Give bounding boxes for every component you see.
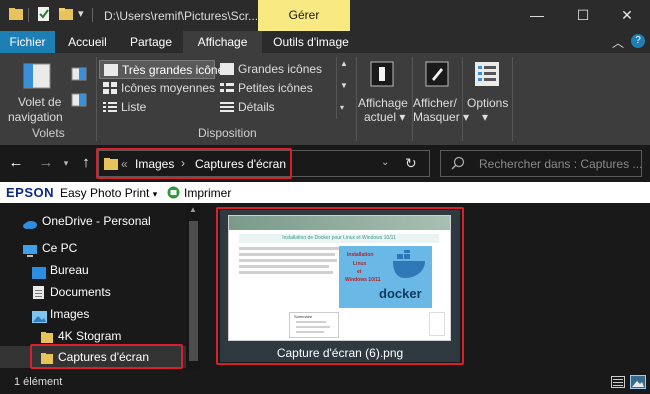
current-view-label-2: actuel ▾ [364,110,406,124]
options-label: Options [467,96,509,110]
medium-icons-icon [103,82,117,97]
nav-label: Ce PC [42,241,78,255]
layout-medium-icons[interactable]: Icônes moyennes [99,79,215,98]
quick-access-dropdown-icon[interactable]: ▾ [78,7,84,20]
navigation-pane-button[interactable]: Volet de navigation [8,55,80,124]
layout-label: Liste [121,100,147,114]
small-icons-icon [220,82,234,97]
navigation-pane-label-2: navigation [8,110,63,124]
nav-item-images[interactable]: Images [0,303,186,325]
layout-small-icons[interactable]: Petites icônes [218,79,336,98]
ribbon-collapse-icon[interactable]: ︿ [612,34,624,51]
back-arrow-icon[interactable]: ← [6,153,26,173]
properties-icon[interactable] [36,6,52,22]
dropdown-icon: ▾ [152,189,158,199]
nav-item-ce-pc[interactable]: Ce PC [0,237,186,259]
recent-locations-icon[interactable]: ▾ [56,153,76,173]
navigation-pane-icon [23,63,51,92]
folder-icon [8,6,24,22]
details-view-icon[interactable] [611,376,625,391]
layout-label: Grandes icônes [238,62,323,76]
forward-arrow-icon[interactable]: → [36,153,56,173]
large-icons-view-icon[interactable] [630,375,646,392]
close-button[interactable]: ✕ [604,0,650,31]
options-dropdown-icon: ▾ [482,110,489,124]
details-icon [220,101,234,116]
nav-item-onedrive[interactable]: OneDrive - Personal [0,210,186,232]
up-arrow-icon[interactable]: ↑ [76,153,96,173]
tab-affichage[interactable]: Affichage [183,31,262,53]
title-bar: ▾ D:\Users\remif\Pictures\Scr... Gérer —… [0,0,650,31]
epson-toolbar: EPSON Easy Photo Print ▾ Imprimer [0,182,650,203]
nav-label: Images [50,307,90,321]
search-box[interactable]: Rechercher dans : Captures ... [440,150,642,177]
layout-label: Petites icônes [238,81,313,95]
highlight-nav-captures [30,344,183,369]
ribbon: Volet de navigation Volets Très grandes … [0,53,650,145]
file-view: Installation de Docker pour Linux et Win… [201,203,650,370]
list-icon [103,101,117,116]
highlight-address [96,148,292,179]
new-folder-icon[interactable] [58,6,74,22]
maximize-button[interactable]: ☐ [560,0,606,31]
layout-label: Icônes moyennes [121,81,216,95]
nav-item-documents[interactable]: Documents [0,281,186,303]
tab-fichier[interactable]: Fichier [0,31,55,53]
imprimer-button[interactable]: Imprimer [184,186,231,200]
address-dropdown-icon[interactable]: ⌄ [381,157,389,168]
current-view-label-1: Affichage [358,96,408,110]
address-row: ← → ▾ ↑ « Images › Captures d'écran ⌄ ↻ … [0,145,650,182]
details-pane-icon[interactable] [71,93,87,110]
item-count: 1 élément [14,376,63,388]
ribbon-tabs: Fichier Accueil Partage Affichage Outils… [0,31,650,53]
cloud-icon [22,215,38,237]
window-title: D:\Users\remif\Pictures\Scr... [104,9,259,23]
layout-label: Très grandes icônes [122,63,231,77]
layout-details[interactable]: Détails [218,98,336,117]
scroll-up-icon[interactable]: ▲ [189,205,197,214]
refresh-icon[interactable]: ↻ [405,155,417,172]
layout-gallery-scroller[interactable]: ▲ ▼ ▾ [336,57,350,119]
nav-label: Documents [50,285,111,299]
group-label-volets: Volets [32,126,65,140]
nav-label: Bureau [50,263,89,277]
easy-photo-print-button[interactable]: Easy Photo Print ▾ [60,186,157,200]
options-icon [474,61,500,90]
show-hide-button[interactable]: Afficher/ Masquer ▾ [413,55,469,124]
extra-large-icons-icon [104,64,118,79]
tab-accueil[interactable]: Accueil [60,31,115,53]
scroll-thumb[interactable] [189,221,198,361]
context-tab-gerer[interactable]: Gérer [258,0,350,31]
layout-list[interactable]: Liste [99,98,215,117]
preview-pane-icon[interactable] [71,67,87,84]
options-button[interactable]: Options ▾ [464,55,510,124]
navigation-pane-label-1: Volet de [18,95,62,109]
highlight-file [216,207,464,365]
current-view-button[interactable]: Affichage actuel ▾ [358,55,410,124]
group-label-disposition: Disposition [198,126,257,140]
layout-label: Détails [238,100,275,114]
show-hide-label-2: Masquer ▾ [413,110,470,124]
search-placeholder: Rechercher dans : Captures ... [479,157,643,171]
help-icon[interactable]: ? [631,34,645,48]
status-bar: 1 élément [0,370,650,394]
tab-outils-image[interactable]: Outils d'image [264,31,358,53]
show-hide-icon [425,61,449,90]
print-icon [167,186,180,202]
layout-large-icons[interactable]: Grandes icônes [218,60,336,79]
current-view-icon [370,61,394,90]
layout-extra-large-icons[interactable]: Très grandes icônes [99,60,230,79]
tab-partage[interactable]: Partage [122,31,180,53]
large-icons-icon [220,63,234,78]
minimize-button[interactable]: — [514,0,560,31]
epson-logo: EPSON [6,185,55,200]
nav-label: OneDrive - Personal [42,214,151,228]
search-icon [451,156,465,173]
show-hide-label-1: Afficher/ [413,96,457,110]
nav-item-bureau[interactable]: Bureau [0,259,186,281]
nav-scrollbar[interactable]: ▲ [186,203,200,370]
